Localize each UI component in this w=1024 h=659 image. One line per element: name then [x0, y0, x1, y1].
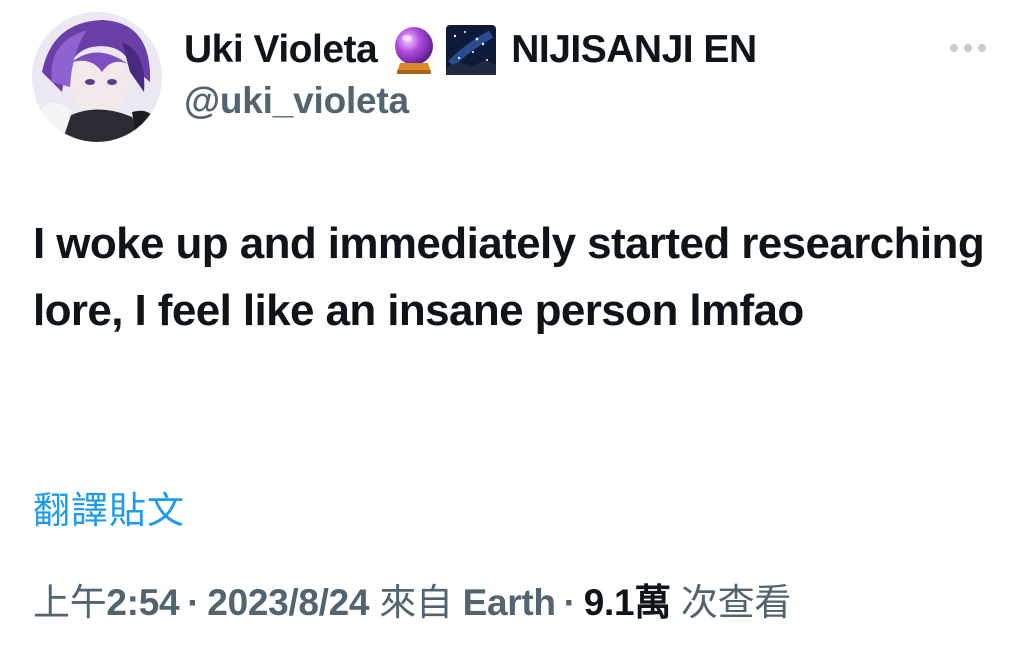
- dot: [964, 44, 972, 52]
- tweet-text: I woke up and immediately started resear…: [33, 219, 985, 335]
- tweet-source: Earth: [462, 582, 556, 623]
- views-label: 次查看: [680, 582, 792, 623]
- tweet-date[interactable]: 2023/8/24: [207, 582, 369, 623]
- separator: ·: [187, 582, 200, 623]
- crystal-ball-icon: [391, 25, 437, 75]
- time-prefix: 上午: [33, 582, 107, 623]
- dot: [978, 44, 986, 52]
- tweet-time[interactable]: 2:54: [106, 582, 179, 623]
- separator: ·: [563, 582, 576, 623]
- dot: [950, 44, 958, 52]
- tweet-metadata: 上午2:54 · 2023/8/24 來自 Earth · 9.1萬 次查看: [33, 572, 791, 626]
- display-name[interactable]: Uki Violeta: [184, 28, 378, 72]
- user-handle[interactable]: @uki_violeta: [184, 80, 409, 122]
- source-prefix: 來自: [379, 582, 453, 623]
- milky-way-icon: [445, 24, 497, 76]
- author-name-row[interactable]: Uki Violeta NIJISANJI EN: [184, 22, 757, 78]
- affiliation-label: NIJISANJI EN: [511, 28, 757, 71]
- more-options-icon[interactable]: [940, 28, 996, 68]
- views-count[interactable]: 9.1萬: [584, 582, 672, 623]
- translate-post-link[interactable]: 翻譯貼文: [33, 480, 185, 534]
- avatar[interactable]: [32, 12, 162, 142]
